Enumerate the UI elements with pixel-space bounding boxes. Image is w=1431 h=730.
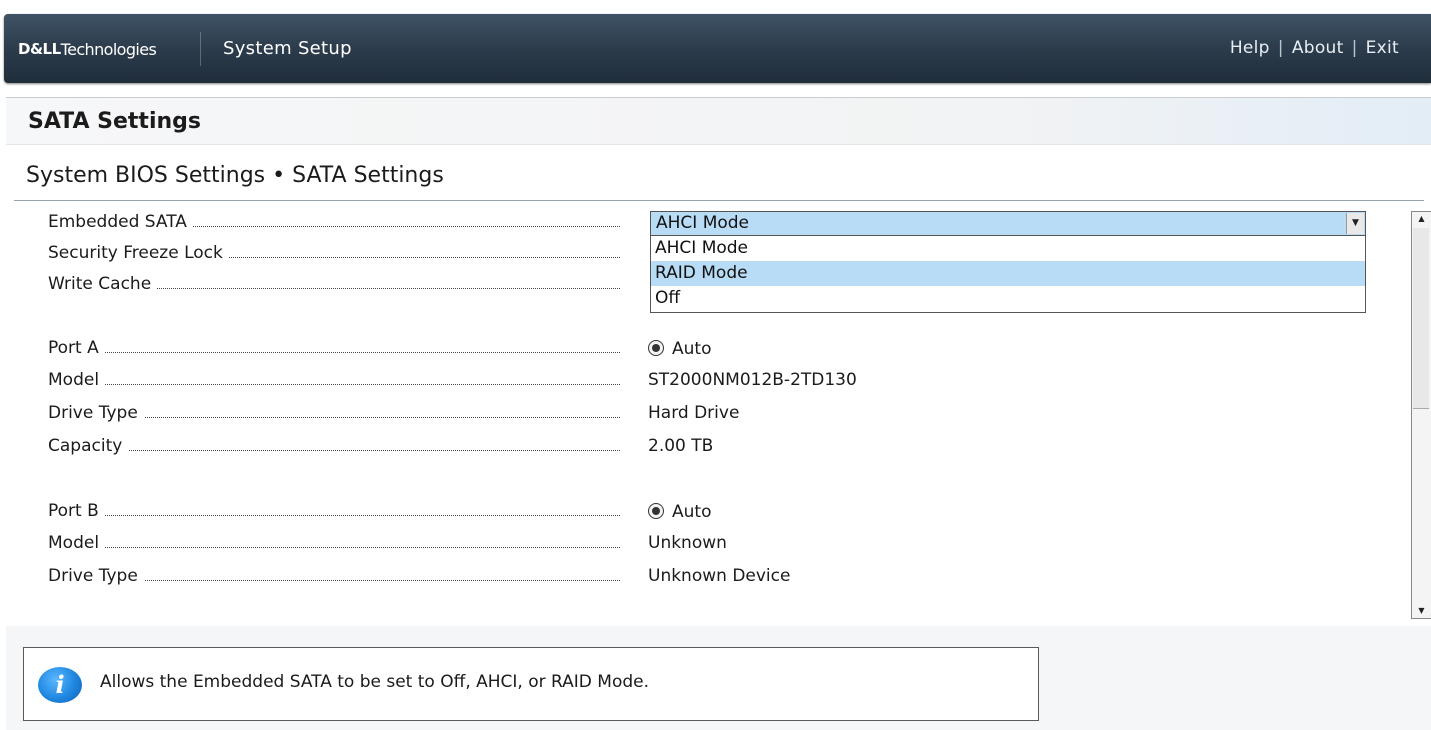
link-separator: | xyxy=(1351,38,1358,58)
port-a-capacity-value: 2.00 TB xyxy=(648,436,714,456)
port-a-row: Port A xyxy=(48,338,620,362)
port-a-model-row: Model xyxy=(48,370,620,394)
write-cache-label: Write Cache xyxy=(48,274,158,294)
header-links: Help | About | Exit xyxy=(1230,38,1399,58)
port-b-model-row: Model xyxy=(48,533,620,557)
port-b-row: Port B xyxy=(48,501,620,525)
option-raid-mode[interactable]: RAID Mode xyxy=(651,261,1365,286)
dell-logo-text: D&LL xyxy=(18,40,61,58)
port-b-value: Auto xyxy=(672,502,712,522)
link-separator: | xyxy=(1277,38,1284,58)
embedded-sata-options-list: AHCI Mode RAID Mode Off xyxy=(650,236,1366,313)
dell-technologies-logo: D&LL Technologies xyxy=(18,37,157,61)
header-divider xyxy=(200,32,201,66)
write-cache-row: Write Cache xyxy=(48,274,620,298)
page-title-band: SATA Settings xyxy=(6,97,1431,145)
breadcrumb: System BIOS Settings • SATA Settings xyxy=(26,163,444,188)
port-a-model-value: ST2000NM012B-2TD130 xyxy=(648,370,857,390)
port-a-capacity-label: Capacity xyxy=(48,436,129,456)
port-b-model-value: Unknown xyxy=(648,533,727,553)
leader-dots xyxy=(48,384,620,385)
radio-selected-icon[interactable] xyxy=(648,340,664,356)
security-freeze-lock-label: Security Freeze Lock xyxy=(48,243,229,263)
scrollbar-thumb[interactable] xyxy=(1413,228,1429,409)
port-a-drive-type-value: Hard Drive xyxy=(648,403,740,423)
technologies-logo-text: Technologies xyxy=(60,39,157,59)
breadcrumb-divider xyxy=(14,200,1424,201)
port-a-auto-radio[interactable]: Auto xyxy=(648,339,711,359)
embedded-sata-label: Embedded SATA xyxy=(48,212,193,232)
leader-dots xyxy=(48,547,620,548)
port-b-label: Port B xyxy=(48,501,105,521)
port-b-model-label: Model xyxy=(48,533,106,553)
dropdown-arrow-icon[interactable]: ▼ xyxy=(1346,213,1364,234)
help-text: Allows the Embedded SATA to be set to Of… xyxy=(100,672,650,692)
port-a-model-label: Model xyxy=(48,370,106,390)
port-a-value: Auto xyxy=(672,339,712,359)
leader-dots xyxy=(48,515,620,516)
about-link[interactable]: About xyxy=(1292,38,1344,58)
port-a-drive-type-row: Drive Type xyxy=(48,403,620,427)
scroll-up-arrow-icon[interactable]: ▲ xyxy=(1412,212,1431,226)
option-ahci-mode[interactable]: AHCI Mode xyxy=(651,236,1365,261)
embedded-sata-row: Embedded SATA xyxy=(48,212,620,236)
embedded-sata-select[interactable]: AHCI Mode ▼ xyxy=(650,211,1366,236)
port-b-drive-type-value: Unknown Device xyxy=(648,566,791,586)
page-title: SATA Settings xyxy=(28,109,201,134)
info-icon: i xyxy=(38,667,82,703)
vertical-scrollbar[interactable]: ▲ ▼ xyxy=(1411,211,1431,619)
port-a-drive-type-label: Drive Type xyxy=(48,403,144,423)
port-a-label: Port A xyxy=(48,338,105,358)
scroll-down-arrow-icon[interactable]: ▼ xyxy=(1412,604,1431,618)
top-header-bar: D&LL Technologies System Setup Help | Ab… xyxy=(4,14,1431,83)
app-title: System Setup xyxy=(223,38,352,59)
port-b-drive-type-label: Drive Type xyxy=(48,566,144,586)
help-text-box: i Allows the Embedded SATA to be set to … xyxy=(23,647,1039,721)
leader-dots xyxy=(48,352,620,353)
security-freeze-lock-row: Security Freeze Lock xyxy=(48,243,620,267)
exit-link[interactable]: Exit xyxy=(1366,38,1399,58)
port-a-capacity-row: Capacity xyxy=(48,436,620,460)
option-off[interactable]: Off xyxy=(651,286,1365,311)
leader-dots xyxy=(48,450,620,451)
port-b-drive-type-row: Drive Type xyxy=(48,566,620,590)
embedded-sata-selected-value: AHCI Mode xyxy=(656,213,750,233)
help-link[interactable]: Help xyxy=(1230,38,1270,58)
radio-selected-icon[interactable] xyxy=(648,503,664,519)
port-b-auto-radio[interactable]: Auto xyxy=(648,502,711,522)
